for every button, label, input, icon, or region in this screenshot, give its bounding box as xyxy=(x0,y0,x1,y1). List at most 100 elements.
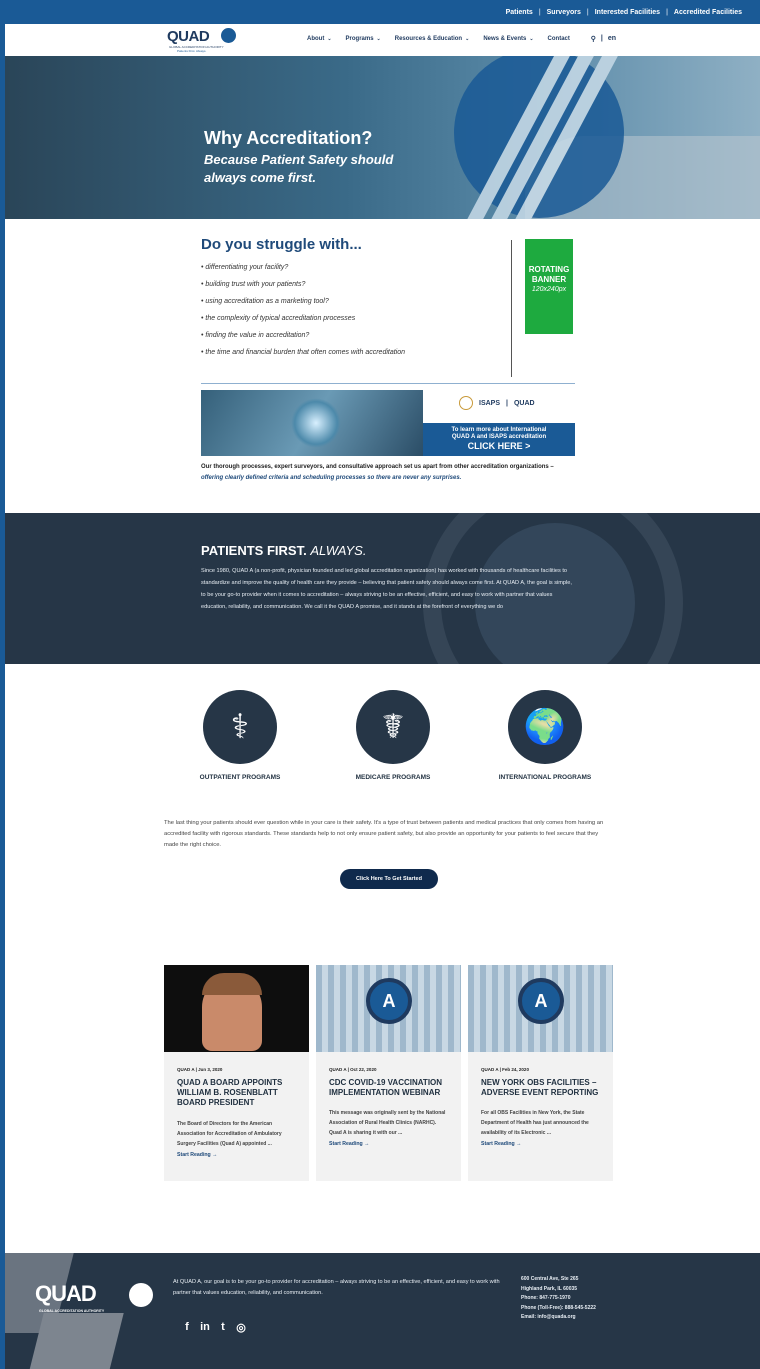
news-excerpt: The Board of Directors for the American … xyxy=(177,1121,282,1147)
footer-tagline: GLOBAL ACCREDITATION AUTHORITY xyxy=(39,1309,105,1313)
program-international[interactable]: 🌍 INTERNATIONAL PROGRAMS xyxy=(475,690,615,781)
instagram-icon[interactable]: ◎ xyxy=(235,1321,247,1334)
news-excerpt: This message was originally sent by the … xyxy=(329,1110,446,1136)
nav-item-label: About xyxy=(307,36,325,42)
isaps-cta-link[interactable]: CLICK HERE > xyxy=(423,441,575,452)
list-item: • finding the value in accreditation? xyxy=(201,332,310,339)
email[interactable]: Email: info@quada.org xyxy=(521,1313,596,1323)
nav-item-resources[interactable]: Resources & Education ⌄ xyxy=(395,36,470,42)
hero-banner: Why Accreditation? Because Patient Safet… xyxy=(5,56,760,219)
search-icon[interactable]: ⚲ xyxy=(591,35,596,43)
start-reading-link[interactable]: Start Reading → xyxy=(481,1141,521,1147)
rotating-banner[interactable]: ROTATING BANNER 120x240px xyxy=(525,239,573,334)
program-outpatient[interactable]: ⚕ OUTPATIENT PROGRAMS xyxy=(170,690,310,781)
struggle-title: Do you struggle with... xyxy=(201,236,362,253)
news-card[interactable]: QUAD A | Jun 3, 2020 QUAD A BOARD APPOIN… xyxy=(164,965,309,1181)
utility-bar: Patients | Surveyors | Interested Facili… xyxy=(5,0,760,24)
logo-wordmark: QUAD xyxy=(167,28,210,45)
topbar-link-patients[interactable]: Patients xyxy=(506,9,533,16)
address-line: Highland Park, IL 60035 xyxy=(521,1285,578,1292)
social-links: f in t ◎ xyxy=(181,1321,247,1334)
program-medicare[interactable]: ☤ MEDICARE PROGRAMS xyxy=(323,690,463,781)
start-reading-link[interactable]: Start Reading → xyxy=(329,1141,369,1147)
caduceus-icon: ☤ xyxy=(356,690,430,764)
get-started-button[interactable]: Click Here To Get Started xyxy=(340,869,438,889)
intro-bold: Our thorough processes, expert surveyors… xyxy=(201,464,554,470)
topbar-link-surveyors[interactable]: Surveyors xyxy=(547,9,581,16)
topbar-link-interested-facilities[interactable]: Interested Facilities xyxy=(595,9,660,16)
news-meta: QUAD A | Jun 3, 2020 xyxy=(177,1067,223,1072)
list-item: • the time and financial burden that oft… xyxy=(201,349,406,356)
footer-shape xyxy=(26,1313,124,1369)
twitter-icon[interactable]: t xyxy=(217,1321,229,1334)
title-italic: ALWAYS. xyxy=(310,543,367,558)
hero-title: Why Accreditation? xyxy=(204,128,373,148)
footer-logo-mark-icon xyxy=(129,1283,153,1307)
footer-logo[interactable]: QUAD xyxy=(35,1281,97,1307)
nav-item-news-events[interactable]: News & Events ⌄ xyxy=(483,36,533,42)
news-title[interactable]: CDC COVID-19 VACCINATION IMPLEMENTATION … xyxy=(329,1078,451,1098)
nav-item-about[interactable]: About ⌄ xyxy=(307,36,332,42)
language-switcher[interactable]: en xyxy=(608,35,616,43)
facebook-icon[interactable]: f xyxy=(181,1321,193,1334)
separator: | xyxy=(506,399,508,407)
divider xyxy=(201,383,575,384)
address-line: 600 Central Ave, Ste 265 xyxy=(521,1276,579,1282)
isaps-logo: ISAPS xyxy=(479,399,501,407)
chevron-down-icon: ⌄ xyxy=(465,36,470,42)
isaps-seal-icon xyxy=(459,396,473,410)
program-label: MEDICARE PROGRAMS xyxy=(355,774,431,781)
stethoscope-icon: ⚕ xyxy=(203,690,277,764)
list-item: • differentiating your facility? xyxy=(201,264,289,271)
separator: | xyxy=(666,8,668,16)
chevron-down-icon: ⌄ xyxy=(376,36,381,42)
nav-utilities: ⚲ | en xyxy=(591,35,616,43)
logo-mark-icon xyxy=(221,28,236,43)
intro-italic: offering clearly defined criteria and sc… xyxy=(201,475,462,481)
footer-contact: 600 Central Ave, Ste 265 Highland Park, … xyxy=(521,1275,596,1323)
chevron-down-icon: ⌄ xyxy=(529,36,534,42)
program-label: INTERNATIONAL PROGRAMS xyxy=(498,774,592,781)
footer: QUAD GLOBAL ACCREDITATION AUTHORITY At Q… xyxy=(5,1253,760,1369)
news-meta: QUAD A | Oct 22, 2020 xyxy=(329,1067,377,1072)
body-paragraph: The last thing your patients should ever… xyxy=(164,820,604,848)
glow xyxy=(291,398,341,448)
start-reading-link[interactable]: Start Reading → xyxy=(177,1152,217,1158)
footer-text: At QUAD A, our goal is to be your go-to … xyxy=(173,1279,500,1296)
nav-item-contact[interactable]: Contact xyxy=(548,36,570,42)
logo-slogan: Patients First. Always. xyxy=(177,49,207,53)
nav-item-programs[interactable]: Programs ⌄ xyxy=(346,36,381,42)
news-excerpt: For all OBS Facilities in New York, the … xyxy=(481,1110,589,1136)
nav-item-label: Programs xyxy=(345,36,374,42)
site-logo[interactable]: QUAD GLOBAL ACCREDITATION AUTHORITY Pati… xyxy=(167,28,239,54)
news-title[interactable]: NEW YORK OBS FACILITIES – ADVERSE EVENT … xyxy=(481,1078,603,1098)
medical-tech-image xyxy=(201,390,423,456)
toll-free-phone[interactable]: Phone (Toll-Free): 888-545-5222 xyxy=(521,1304,596,1314)
divider xyxy=(511,240,512,377)
patients-first-body: Since 1980, QUAD A (a non-profit, physic… xyxy=(201,568,572,610)
phone[interactable]: Phone: 847-775-1970 xyxy=(521,1294,596,1304)
promo-line: QUAD A and ISAPS accreditation xyxy=(451,434,547,440)
patients-first-title: PATIENTS FIRST. ALWAYS. xyxy=(201,543,366,558)
news-title[interactable]: QUAD A BOARD APPOINTS WILLIAM B. ROSENBL… xyxy=(177,1078,299,1108)
news-card[interactable]: A QUAD A | Oct 22, 2020 CDC COVID-19 VAC… xyxy=(316,965,461,1181)
banner-size: 120x240px xyxy=(531,286,567,293)
chevron-down-icon: ⌄ xyxy=(327,36,332,42)
quad-logo: QUAD xyxy=(513,399,535,407)
separator: | xyxy=(586,8,589,16)
struggle-section: Do you struggle with... • differentiatin… xyxy=(201,236,521,361)
isaps-promo[interactable]: ISAPS | QUAD To learn more about Interna… xyxy=(201,390,575,456)
linkedin-icon[interactable]: in xyxy=(199,1321,211,1334)
globe-icon: 🌍 xyxy=(508,690,582,764)
isaps-promo-panel: ISAPS | QUAD To learn more about Interna… xyxy=(423,390,575,456)
portrait-hair xyxy=(202,973,262,995)
isaps-cta-panel[interactable]: To learn more about International QUAD A… xyxy=(423,423,575,456)
news-card[interactable]: A QUAD A | Feb 24, 2020 NEW YORK OBS FAC… xyxy=(468,965,613,1181)
topbar-link-accredited-facilities[interactable]: Accredited Facilities xyxy=(674,9,742,16)
list-item: • the complexity of typical accreditatio… xyxy=(201,315,356,322)
news-photo: A xyxy=(316,965,461,1052)
quad-a-seal-icon: A xyxy=(518,978,564,1024)
programs-row: ⚕ OUTPATIENT PROGRAMS ☤ MEDICARE PROGRAM… xyxy=(175,690,605,790)
nav-menu: About ⌄ Programs ⌄ Resources & Education ⌄ … xyxy=(307,36,570,42)
nav-item-label: News & Events xyxy=(483,36,527,42)
